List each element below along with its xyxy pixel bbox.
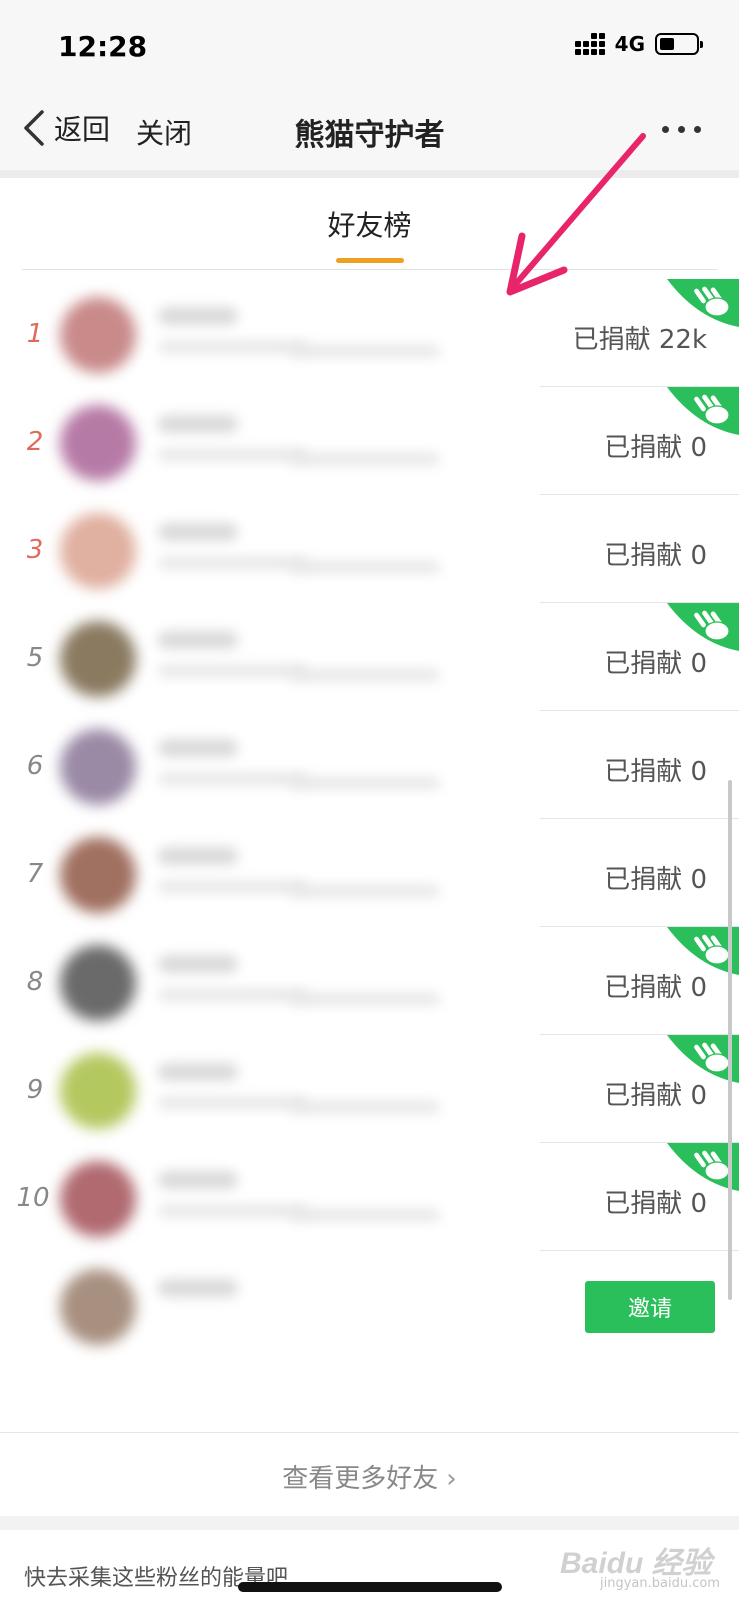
avatar[interactable] <box>60 405 136 481</box>
view-more-friends-button[interactable]: 查看更多好友 › <box>0 1458 739 1495</box>
view-more-label: 查看更多好友 <box>282 1464 439 1494</box>
donation-amount: 已捐献 0 <box>604 757 707 787</box>
ranking-row[interactable]: 9 已捐献 0 <box>0 1035 739 1143</box>
rank-number: 6 <box>26 751 44 781</box>
ranking-row[interactable]: 5 已捐献 0 <box>0 603 739 711</box>
avatar[interactable] <box>60 837 136 913</box>
friend-info-blurred <box>290 1101 440 1113</box>
status-indicators: 4G <box>574 32 703 56</box>
friend-name-blurred <box>158 955 238 973</box>
avatar[interactable] <box>60 513 136 589</box>
rank-number: 7 <box>26 859 44 889</box>
friend-info-blurred <box>158 773 308 785</box>
status-bar: 12:28 4G <box>0 0 739 90</box>
nav-bar: 返回 关闭 熊猫守护者 <box>0 90 739 170</box>
friend-info-blurred <box>290 345 440 357</box>
friend-name-blurred <box>158 1171 238 1189</box>
tab-friends-ranking[interactable]: 好友榜 <box>0 204 739 244</box>
friend-info-blurred <box>290 993 440 1005</box>
signal-dots-icon <box>574 33 605 55</box>
status-time: 12:28 <box>58 30 148 63</box>
donation-amount: 已捐献 0 <box>604 433 707 463</box>
rank-number: 3 <box>26 535 44 565</box>
avatar[interactable] <box>60 621 136 697</box>
rank-number: 8 <box>26 967 44 997</box>
tab-bar: 好友榜 <box>0 178 739 270</box>
ranking-row[interactable]: 8 已捐献 0 <box>0 927 739 1035</box>
friend-info-blurred <box>290 453 440 465</box>
network-type: 4G <box>614 32 645 56</box>
friend-name-blurred <box>158 307 238 325</box>
home-indicator[interactable] <box>238 1582 502 1592</box>
donation-amount: 已捐献 0 <box>604 865 707 895</box>
friend-info-blurred <box>290 669 440 681</box>
more-dots-icon[interactable] <box>662 126 701 133</box>
donation-amount: 已捐献 22k <box>572 325 707 355</box>
friend-info-blurred <box>158 989 308 1001</box>
rank-number: 5 <box>26 643 44 673</box>
tab-active-indicator <box>336 258 404 263</box>
donation-amount: 已捐献 0 <box>604 973 707 1003</box>
invite-button[interactable]: 邀请 <box>585 1281 715 1333</box>
watermark-url: jingyan.baidu.com <box>600 1576 720 1591</box>
avatar[interactable] <box>60 945 136 1021</box>
avatar <box>60 1269 136 1345</box>
ranking-row[interactable]: 3 已捐献 0 <box>0 495 739 603</box>
friend-info-blurred <box>158 665 308 677</box>
invite-row: 邀请 <box>0 1251 739 1359</box>
section-gap <box>0 1516 739 1530</box>
donation-amount: 已捐献 0 <box>604 1189 707 1219</box>
rank-number: 2 <box>26 427 44 457</box>
friend-name-blurred <box>158 415 238 433</box>
friend-name-blurred <box>158 1063 238 1081</box>
donation-amount: 已捐献 0 <box>604 541 707 571</box>
donation-amount: 已捐献 0 <box>604 1081 707 1111</box>
rank-number: 10 <box>16 1183 50 1213</box>
ranking-row[interactable]: 10 已捐献 0 <box>0 1143 739 1251</box>
rank-number: 9 <box>26 1075 44 1105</box>
list-divider <box>0 1432 739 1433</box>
donation-amount: 已捐献 0 <box>604 649 707 679</box>
avatar[interactable] <box>60 1053 136 1129</box>
tab-divider <box>22 269 717 270</box>
friend-info-blurred <box>290 885 440 897</box>
ranking-list: 1 已捐献 22k 2 已捐献 0 3 已捐献 0 5 已捐献 0 6 已捐献 0 7 已捐献 0 8 已… <box>0 279 739 1359</box>
avatar[interactable] <box>60 1161 136 1237</box>
ranking-row[interactable]: 6 已捐献 0 <box>0 711 739 819</box>
friend-name-blurred <box>158 847 238 865</box>
avatar[interactable] <box>60 729 136 805</box>
avatar[interactable] <box>60 297 136 373</box>
friend-info-blurred <box>158 341 308 353</box>
nav-divider <box>0 170 739 178</box>
battery-icon <box>655 33 703 55</box>
friend-info-blurred <box>290 777 440 789</box>
friend-info-blurred <box>158 557 308 569</box>
friend-info-blurred <box>158 881 308 893</box>
friend-name-blurred <box>158 523 238 541</box>
scrollbar[interactable] <box>728 780 732 1300</box>
chevron-right-icon: › <box>446 1464 457 1494</box>
friend-info-blurred <box>290 1209 440 1221</box>
ranking-row[interactable]: 7 已捐献 0 <box>0 819 739 927</box>
ranking-row[interactable]: 1 已捐献 22k <box>0 279 739 387</box>
rank-number: 1 <box>26 319 44 349</box>
friend-info-blurred <box>158 1097 308 1109</box>
friend-name-blurred <box>158 1279 238 1297</box>
friend-name-blurred <box>158 631 238 649</box>
page-title: 熊猫守护者 <box>294 118 445 153</box>
ranking-row[interactable]: 2 已捐献 0 <box>0 387 739 495</box>
friend-info-blurred <box>158 1205 308 1217</box>
friend-info-blurred <box>158 449 308 461</box>
friend-name-blurred <box>158 739 238 757</box>
friend-info-blurred <box>290 561 440 573</box>
